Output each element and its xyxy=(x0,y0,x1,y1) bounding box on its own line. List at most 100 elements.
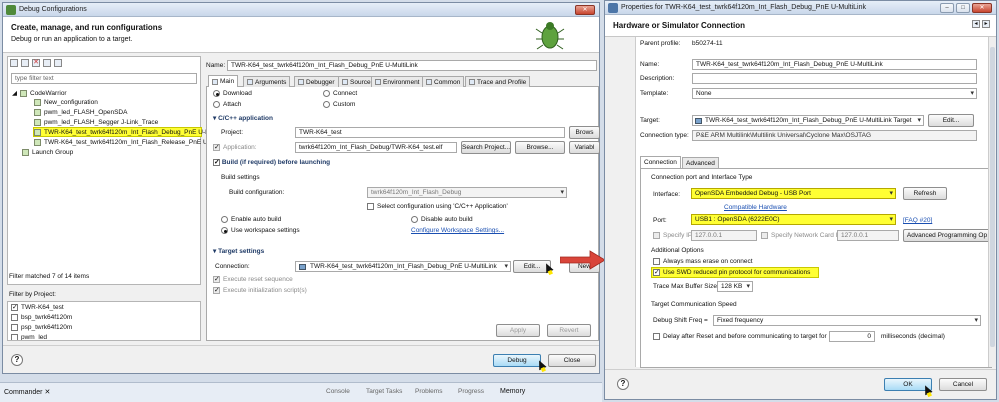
props-name-field[interactable]: TWR-K64_test_twrk64f120m_Int_Flash_Debug… xyxy=(692,59,977,70)
close-window-icon[interactable]: ✕ xyxy=(575,5,595,15)
tree-item[interactable]: pwm_led_FLASH_OpenSDA xyxy=(34,109,127,116)
tree-item[interactable]: TWR-K64_test_twrk64f120m_Int_Flash_Relea… xyxy=(34,139,215,146)
cancel-button[interactable]: Cancel xyxy=(939,378,987,391)
nic-field[interactable]: 127.0.0.1 xyxy=(837,230,899,241)
scroll-thumb[interactable] xyxy=(990,47,995,347)
build-section-title[interactable]: Build (if required) before launching xyxy=(213,158,330,166)
tab-connection[interactable]: Connection xyxy=(640,156,681,168)
filter-by-project-label: Filter by Project: xyxy=(9,291,56,298)
advanced-programming-button[interactable]: Advanced Programming Op xyxy=(903,229,991,242)
collapse-all-icon[interactable] xyxy=(43,59,51,67)
delete-icon[interactable]: ✕ xyxy=(32,59,40,67)
browse-application-button[interactable]: Browse... xyxy=(515,141,565,154)
project-checkbox[interactable] xyxy=(11,324,18,331)
target-select[interactable]: TWR-K64_test_twrk64f120m_Int_Flash_Debug… xyxy=(692,115,924,126)
description-field[interactable] xyxy=(692,73,977,84)
new-config-icon[interactable] xyxy=(10,59,18,67)
connection-select[interactable]: TWR-K64_test_twrk64f120m_Int_Flash_Debug… xyxy=(295,261,511,272)
tree-item[interactable]: New_configuration xyxy=(34,99,98,106)
connect-radio[interactable] xyxy=(323,90,330,97)
reset-sequence-checkbox[interactable] xyxy=(213,275,220,283)
maximize-window-icon[interactable]: □ xyxy=(956,3,970,13)
build-checkbox[interactable] xyxy=(213,158,220,166)
tab-common[interactable]: Common xyxy=(422,76,465,87)
project-checkbox[interactable] xyxy=(11,314,18,321)
problems-tab[interactable]: Problems xyxy=(415,388,442,395)
ip-field[interactable]: 127.0.0.1 xyxy=(691,230,757,241)
tab-advanced[interactable]: Advanced xyxy=(682,157,719,168)
properties-scrollbar[interactable] xyxy=(988,37,996,367)
init-scripts-checkbox[interactable] xyxy=(213,286,220,294)
tree-root-codewarrior[interactable]: ◢ CodeWarrior xyxy=(12,89,67,97)
progress-tab[interactable]: Progress xyxy=(458,388,484,395)
project-field[interactable]: TWR-K64_test xyxy=(295,127,565,138)
download-radio[interactable] xyxy=(213,90,220,97)
refresh-button[interactable]: Refresh xyxy=(903,187,947,200)
template-select[interactable]: None xyxy=(692,88,977,99)
project-item[interactable]: TWR-K64_test xyxy=(11,303,64,311)
browse-project-button[interactable]: Brows xyxy=(569,126,600,139)
target-section-title[interactable]: ▾ Target settings xyxy=(213,247,264,255)
tab-environment[interactable]: Environment xyxy=(371,76,424,87)
tree-item-launch-group[interactable]: Launch Group xyxy=(22,149,73,156)
select-config-checkbox[interactable] xyxy=(367,203,374,210)
enable-auto-build-radio[interactable] xyxy=(221,216,228,223)
tree-item[interactable]: pwm_led_FLASH_Segger J-Link_Trace xyxy=(34,119,158,126)
delay-after-reset-checkbox[interactable] xyxy=(653,333,660,340)
name-field[interactable]: TWR-K64_test_twrk64f120m_Int_Flash_Debug… xyxy=(227,60,597,71)
custom-radio[interactable] xyxy=(323,101,330,108)
shift-freq-select[interactable]: Fixed frequency xyxy=(713,315,981,326)
use-swd-checkbox[interactable] xyxy=(653,268,660,276)
project-label: Project: xyxy=(221,129,244,136)
port-select[interactable]: USB1 : OpenSDA (6222E0C) xyxy=(691,214,896,225)
cpp-section-title[interactable]: ▾ C/C++ application xyxy=(213,114,273,122)
faq-link[interactable]: [FAQ #20] xyxy=(903,217,932,224)
variables-button[interactable]: Variabl xyxy=(569,141,600,154)
trace-buffer-select[interactable]: 128 KB xyxy=(717,281,753,292)
compatible-hardware-link[interactable]: Compatible Hardware xyxy=(724,204,787,211)
project-item[interactable]: pwm_led xyxy=(11,334,47,340)
commander-tab[interactable]: Commander ✕ xyxy=(4,388,50,396)
build-config-select[interactable]: twrk64f120m_Int_Flash_Debug xyxy=(367,187,567,198)
tree-item-selected[interactable]: TWR-K64_test_twrk64f120m_Int_Flash_Debug… xyxy=(34,129,211,136)
apply-button[interactable]: Apply xyxy=(496,324,540,337)
minimize-window-icon[interactable]: – xyxy=(940,3,954,13)
target-tasks-tab[interactable]: Target Tasks xyxy=(366,388,402,395)
console-tab[interactable]: Console xyxy=(326,388,350,395)
project-checkbox[interactable] xyxy=(11,303,18,311)
revert-button[interactable]: Revert xyxy=(547,324,591,337)
expand-icon[interactable]: ◢ xyxy=(12,89,17,97)
tab-arguments[interactable]: Arguments xyxy=(243,76,291,87)
use-workspace-radio[interactable] xyxy=(221,227,228,234)
tab-debugger[interactable]: Debugger xyxy=(294,76,339,87)
edit-target-button[interactable]: Edit... xyxy=(928,114,974,127)
tab-trace-and-profile[interactable]: Trace and Profile xyxy=(465,76,531,87)
debug-button[interactable]: Debug xyxy=(493,354,541,367)
search-project-button[interactable]: Search Project... xyxy=(461,141,511,154)
configure-workspace-link[interactable]: Configure Workspace Settings... xyxy=(411,227,504,234)
specify-nic-checkbox[interactable] xyxy=(761,232,768,239)
tab-source[interactable]: Source xyxy=(338,76,375,87)
interface-select[interactable]: OpenSDA Embedded Debug - USB Port xyxy=(691,188,896,199)
application-field[interactable]: twrk64f120m_Int_Flash_Debug/TWR-K64_test… xyxy=(295,142,457,153)
attach-radio[interactable] xyxy=(213,101,220,108)
duplicate-icon[interactable] xyxy=(21,59,29,67)
always-mass-erase-checkbox[interactable] xyxy=(653,258,660,265)
help-icon[interactable]: ? xyxy=(11,354,23,366)
close-window-icon[interactable]: ✕ xyxy=(972,3,992,13)
filter-icon[interactable] xyxy=(54,59,62,67)
project-item[interactable]: bsp_twrk64f120m xyxy=(11,314,72,321)
tab-main[interactable]: Main xyxy=(208,75,239,87)
project-item[interactable]: psp_twrk64f120m xyxy=(11,324,72,331)
disable-auto-build-radio[interactable] xyxy=(411,216,418,223)
project-checkbox[interactable] xyxy=(11,334,18,340)
memory-tab[interactable]: Memory xyxy=(500,388,525,395)
delay-field[interactable]: 0 xyxy=(829,331,875,342)
forward-icon[interactable]: ▸ xyxy=(982,20,990,28)
specify-ip-checkbox[interactable] xyxy=(653,232,660,239)
back-icon[interactable]: ◂ xyxy=(972,20,980,28)
filter-input[interactable]: type filter text xyxy=(11,73,197,84)
close-button[interactable]: Close xyxy=(548,354,596,367)
help-icon[interactable]: ? xyxy=(617,378,629,390)
application-checkbox[interactable] xyxy=(213,143,220,151)
